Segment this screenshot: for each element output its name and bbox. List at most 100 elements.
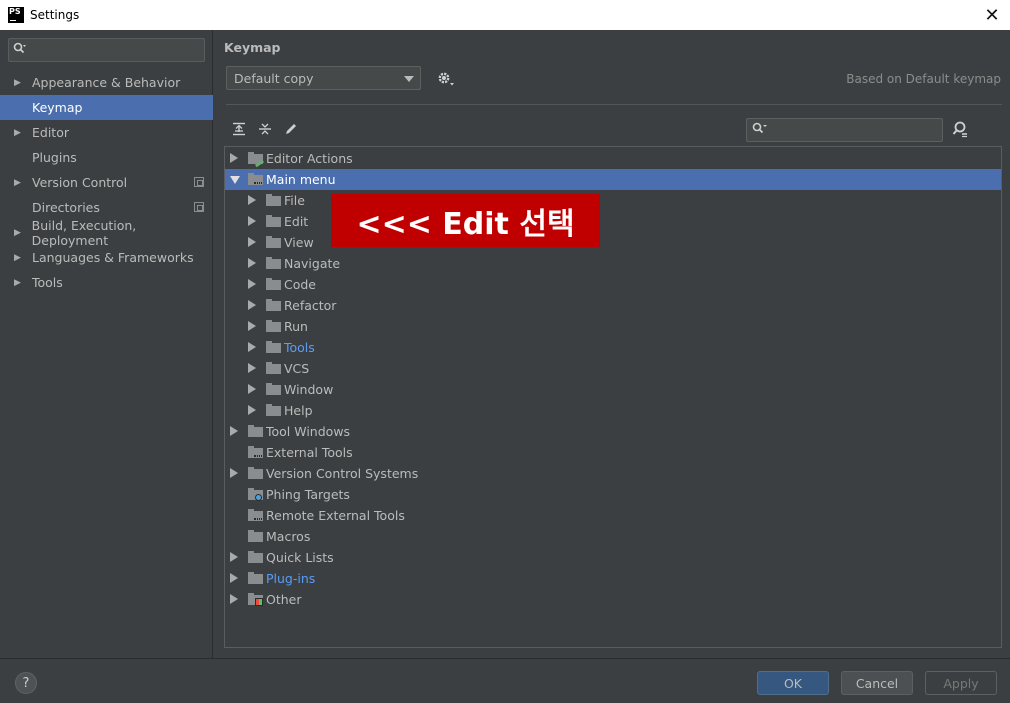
chevron-right-icon[interactable]	[230, 573, 238, 583]
tree-row[interactable]: Quick Lists	[225, 547, 1001, 568]
chevron-right-icon[interactable]	[248, 195, 256, 205]
pencil-icon[interactable]	[282, 120, 300, 138]
chevron-down-icon[interactable]	[230, 176, 240, 184]
sidebar-item-languages-frameworks[interactable]: ▶ Languages & Frameworks	[0, 245, 213, 270]
chevron-right-icon[interactable]	[248, 342, 256, 352]
tree-row[interactable]: Macros	[225, 526, 1001, 547]
tree-row[interactable]: Refactor	[225, 295, 1001, 316]
chevron-right-icon[interactable]	[248, 405, 256, 415]
chevron-right-icon[interactable]: ▶	[0, 128, 32, 138]
annotation-callout: <<< Edit 선택	[331, 194, 600, 247]
chevron-right-icon[interactable]	[248, 258, 256, 268]
chevron-right-icon[interactable]	[230, 426, 238, 436]
tree-row[interactable]: Code	[225, 274, 1001, 295]
chevron-right-icon[interactable]	[230, 153, 238, 163]
tree-row[interactable]: External Tools	[225, 442, 1001, 463]
tree-item-label: Quick Lists	[266, 550, 334, 565]
sidebar-item-keymap[interactable]: Keymap	[0, 95, 213, 120]
chevron-right-icon[interactable]	[248, 363, 256, 373]
sidebar-item-editor[interactable]: ▶ Editor	[0, 120, 213, 145]
folder-icon	[248, 530, 263, 542]
folder-icon	[266, 320, 281, 332]
sidebar-item-directories[interactable]: Directories	[0, 195, 213, 220]
tree-row[interactable]: Version Control Systems	[225, 463, 1001, 484]
settings-sidebar: ▶ Appearance & Behavior Keymap ▶ Editor Plugi…	[0, 30, 213, 658]
folder-icon	[266, 404, 281, 416]
tree-item-label: Macros	[266, 529, 311, 544]
folder-icon	[266, 215, 281, 227]
tree-row[interactable]: Run	[225, 316, 1001, 337]
keymap-select[interactable]: Default copy	[226, 66, 421, 90]
chevron-right-icon[interactable]: ▶	[0, 78, 32, 88]
tree-item-label: Code	[284, 277, 317, 292]
tree-item-label: File	[284, 193, 305, 208]
tree-row[interactable]: Tool Windows	[225, 421, 1001, 442]
sidebar-item-appearance-behavior[interactable]: ▶ Appearance & Behavior	[0, 70, 213, 95]
tree-row[interactable]: Editor Actions	[225, 148, 1001, 169]
tree-item-label: Main menu	[266, 172, 336, 187]
sidebar-item-label: Build, Execution, Deployment	[31, 217, 137, 248]
settings-nav: ▶ Appearance & Behavior Keymap ▶ Editor Plugi…	[0, 70, 213, 295]
gear-icon[interactable]	[436, 70, 456, 88]
tree-row[interactable]: Plug-ins	[225, 568, 1001, 589]
tree-row[interactable]: Navigate	[225, 253, 1001, 274]
tree-item-label: Help	[284, 403, 313, 418]
phpstorm-app-icon: PS	[8, 7, 24, 23]
sidebar-item-label: Keymap	[32, 100, 83, 115]
tree-row[interactable]: Main menu	[225, 169, 1001, 190]
action-search-input[interactable]	[746, 118, 943, 142]
chevron-right-icon[interactable]: ▶	[0, 178, 32, 188]
tree-item-label: Phing Targets	[266, 487, 350, 502]
expand-all-icon[interactable]	[230, 120, 248, 138]
sidebar-item-label: Tools	[32, 275, 63, 290]
chevron-right-icon[interactable]	[248, 237, 256, 247]
tree-item-label: VCS	[284, 361, 310, 376]
sidebar-item-label: Appearance & Behavior	[32, 75, 181, 90]
chevron-right-icon[interactable]: ▶	[0, 253, 32, 263]
window-title: Settings	[30, 8, 80, 22]
chevron-right-icon[interactable]	[230, 468, 238, 478]
tree-row[interactable]: Window	[225, 379, 1001, 400]
title-bar: PS Settings ✕	[0, 0, 1010, 30]
tree-row[interactable]: Tools	[225, 337, 1001, 358]
chevron-right-icon[interactable]	[248, 216, 256, 226]
chevron-right-icon[interactable]	[230, 552, 238, 562]
chevron-right-icon[interactable]	[248, 279, 256, 289]
collapse-all-icon[interactable]	[256, 120, 274, 138]
tree-item-label: Refactor	[284, 298, 337, 313]
tree-item-label: Run	[284, 319, 308, 334]
folder-icon	[248, 425, 263, 437]
sidebar-item-build-execution-deployment[interactable]: ▶ Build, Execution, Deployment	[0, 217, 213, 248]
folder-icon	[266, 257, 281, 269]
folder-icon	[248, 593, 263, 606]
search-icon	[13, 42, 27, 59]
chevron-right-icon[interactable]	[230, 594, 238, 604]
apply-button[interactable]: Apply	[925, 671, 997, 695]
tree-row[interactable]: Help	[225, 400, 1001, 421]
sidebar-item-plugins[interactable]: Plugins	[0, 145, 213, 170]
close-icon[interactable]: ✕	[980, 3, 1004, 27]
chevron-down-icon	[404, 76, 414, 82]
chevron-right-icon[interactable]	[248, 321, 256, 331]
sidebar-item-label: Languages & Frameworks	[32, 250, 194, 265]
divider	[226, 104, 1002, 105]
project-config-icon	[194, 202, 204, 212]
tree-row[interactable]: Phing Targets	[225, 484, 1001, 505]
find-by-shortcut-icon[interactable]	[952, 120, 972, 140]
tree-row[interactable]: Other	[225, 589, 1001, 610]
sidebar-item-version-control[interactable]: ▶ Version Control	[0, 170, 213, 195]
tree-row[interactable]: Remote External Tools	[225, 505, 1001, 526]
cancel-button[interactable]: Cancel	[841, 671, 913, 695]
help-button[interactable]: ?	[15, 672, 37, 694]
chevron-right-icon[interactable]: ▶	[0, 228, 32, 238]
chevron-right-icon[interactable]: ▶	[0, 278, 32, 288]
folder-icon	[266, 362, 281, 374]
sidebar-item-tools[interactable]: ▶ Tools	[0, 270, 213, 295]
chevron-right-icon[interactable]	[248, 300, 256, 310]
chevron-right-icon[interactable]	[248, 384, 256, 394]
tree-item-label: Remote External Tools	[266, 508, 405, 523]
ok-button[interactable]: OK	[757, 671, 829, 695]
settings-search-input[interactable]	[8, 38, 205, 62]
tree-item-label: Edit	[284, 214, 309, 229]
tree-row[interactable]: VCS	[225, 358, 1001, 379]
